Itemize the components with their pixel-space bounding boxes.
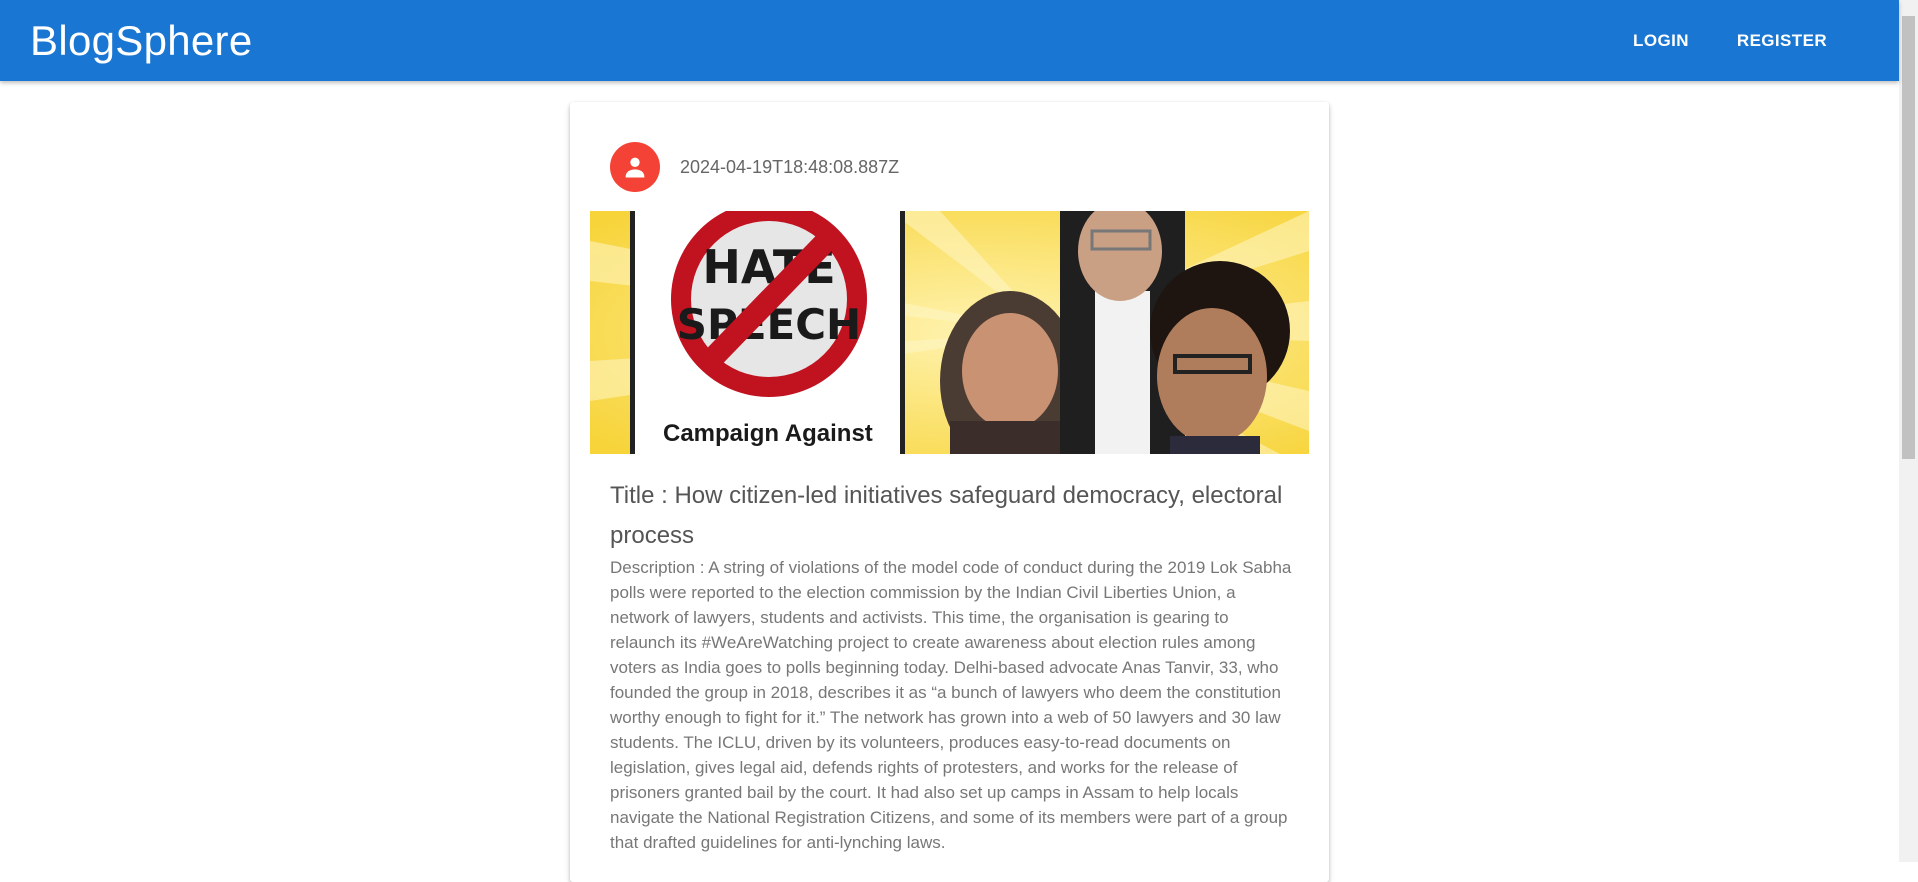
- scrollbar-thumb[interactable]: [1902, 16, 1915, 459]
- post-description: Description : A string of violations of …: [610, 558, 1292, 852]
- post-card: 2024-04-19T18:48:08.887Z HATE SPEECH Cam…: [570, 102, 1329, 882]
- app-bar: BlogSphere LOGIN REGISTER: [0, 0, 1899, 81]
- person-icon: [625, 157, 645, 178]
- post-timestamp: 2024-04-19T18:48:08.887Z: [680, 156, 900, 177]
- image-caption: Campaign Against: [663, 420, 873, 447]
- top-nav: LOGIN REGISTER: [1613, 21, 1847, 61]
- brand-title[interactable]: BlogSphere: [30, 17, 253, 65]
- page-scrollbar[interactable]: [1899, 0, 1918, 862]
- avatar: [610, 142, 660, 192]
- login-button[interactable]: LOGIN: [1613, 21, 1709, 61]
- post-image-graphic: HATE SPEECH Campaign Against: [590, 211, 1309, 454]
- post-image: HATE SPEECH Campaign Against: [590, 211, 1309, 454]
- post-title: Title : How citizen-led initiatives safe…: [610, 482, 1283, 549]
- post-header: 2024-04-19T18:48:08.887Z: [610, 142, 899, 192]
- register-button[interactable]: REGISTER: [1717, 21, 1847, 61]
